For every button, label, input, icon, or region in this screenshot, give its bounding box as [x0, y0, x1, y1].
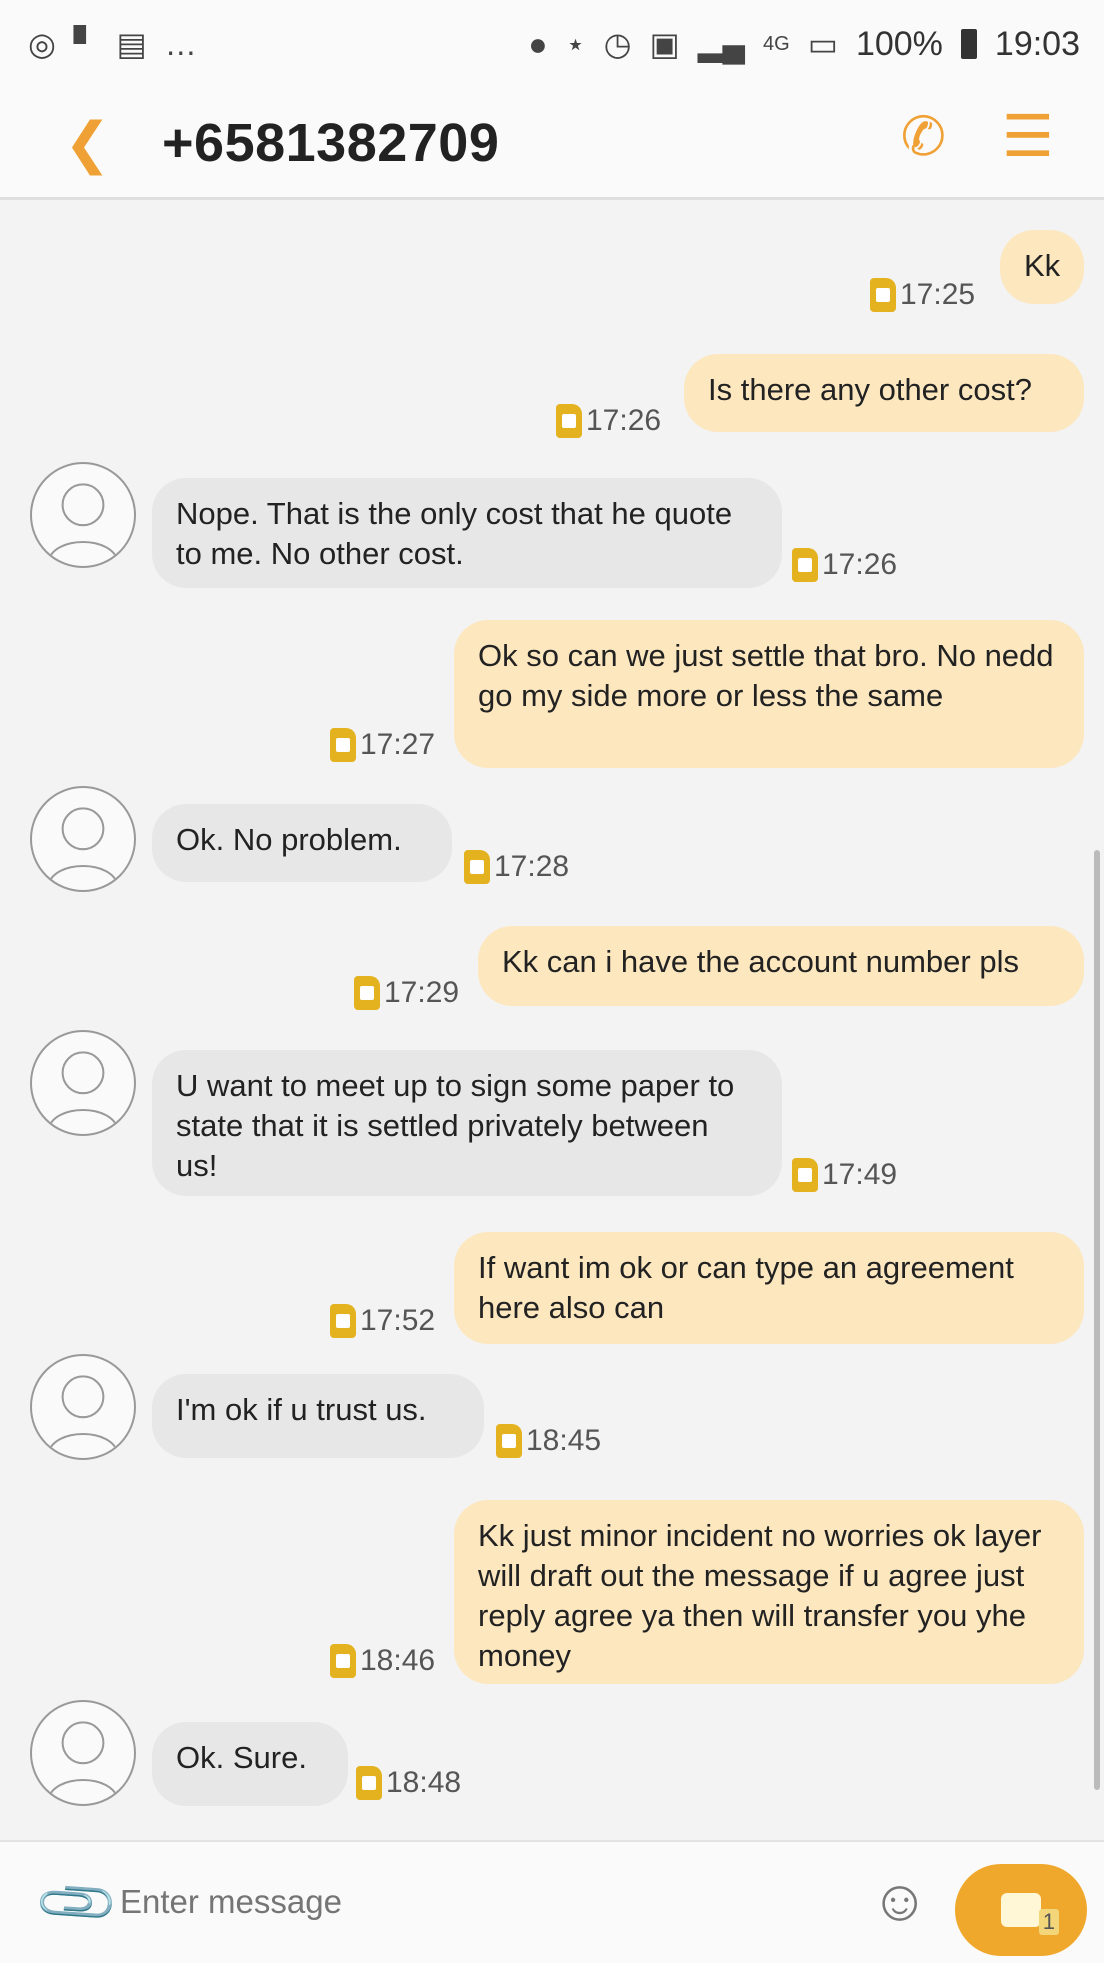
- time-label: 17:26: [586, 404, 662, 437]
- message-text: Kk can i have the account number pls: [502, 944, 1019, 979]
- message-thread[interactable]: Kk 17:25 Is there any other cost? 17:26 …: [0, 200, 1104, 1840]
- emoji-icon[interactable]: ☺: [870, 1872, 929, 1930]
- alarm-icon: ◷: [603, 26, 632, 62]
- contact-avatar[interactable]: [30, 1030, 136, 1136]
- sim-slot-number: 1: [1038, 1909, 1059, 1935]
- message-text: Is there any other cost?: [708, 372, 1032, 407]
- message-time: 17:27: [330, 728, 435, 762]
- contact-title: +6581382709: [162, 112, 500, 173]
- time-label: 17:29: [384, 976, 460, 1009]
- message-bubble-received[interactable]: Ok. No problem.: [152, 804, 452, 882]
- message-bubble-sent[interactable]: Is there any other cost?: [684, 354, 1084, 432]
- message-input[interactable]: [120, 1872, 820, 1932]
- status-bar: ◎ ▘ ▤ … ● ⋆ ◷ ▣ ▂▄ 4G ▭ 100% 19:03: [0, 0, 1104, 88]
- status-left: ◎ ▘ ▤ …: [28, 25, 197, 63]
- message-time: 17:26: [556, 404, 661, 438]
- bluetooth-icon: ⋆: [565, 26, 586, 62]
- sim-icon: [496, 1424, 522, 1458]
- status-right: ● ⋆ ◷ ▣ ▂▄ 4G ▭ 100% 19:03: [528, 25, 1080, 64]
- signal-icon: ▂▄: [697, 26, 746, 62]
- gallery-icon: ▤: [116, 26, 147, 62]
- signal-icon-2: ▭: [807, 26, 838, 62]
- sim-icon: [792, 548, 818, 582]
- message-time: 17:29: [354, 976, 459, 1010]
- time-label: 17:28: [494, 850, 570, 883]
- paperclip-icon[interactable]: 📎: [32, 1857, 124, 1949]
- sim-icon: [870, 278, 896, 312]
- time-label: 17:49: [822, 1158, 898, 1191]
- message-bubble-sent[interactable]: Kk: [1000, 230, 1084, 304]
- phone-icon[interactable]: ✆: [901, 110, 946, 164]
- time-label: 18:45: [526, 1424, 602, 1457]
- message-composer: 📎 ☺ 1: [0, 1840, 1104, 1963]
- sim-icon: [330, 1644, 356, 1678]
- message-text: I'm ok if u trust us.: [176, 1392, 427, 1427]
- clock: 19:03: [994, 24, 1080, 63]
- time-label: 17:25: [900, 278, 976, 311]
- message-time: 17:28: [464, 850, 569, 884]
- sim-icon: [356, 1766, 382, 1800]
- message-text: Kk: [1024, 248, 1061, 283]
- message-text: Ok. Sure.: [176, 1740, 307, 1775]
- sim-icon: [330, 1304, 356, 1338]
- send-sim-icon: 1: [1001, 1893, 1059, 1935]
- contact-avatar[interactable]: [30, 786, 136, 892]
- flipboard-icon: ▘: [73, 26, 99, 62]
- 4g-icon: 4G: [763, 32, 790, 55]
- sim-icon: [556, 404, 582, 438]
- contact-avatar[interactable]: [30, 462, 136, 568]
- sim-icon: [330, 728, 356, 762]
- message-time: 17:25: [870, 278, 975, 312]
- sim-icon: [792, 1158, 818, 1192]
- battery-percent: 100%: [855, 24, 943, 63]
- menu-icon[interactable]: ☰: [1002, 108, 1054, 166]
- message-bubble-sent[interactable]: Ok so can we just settle that bro. No ne…: [454, 620, 1084, 768]
- message-time: 18:46: [330, 1644, 435, 1678]
- message-bubble-received[interactable]: Ok. Sure.: [152, 1722, 348, 1806]
- message-bubble-sent[interactable]: If want im ok or can type an agreement h…: [454, 1232, 1084, 1344]
- conversation-header: ❮ +6581382709 ✆ ☰: [0, 88, 1104, 200]
- nfc-icon: ▣: [649, 26, 680, 62]
- message-bubble-received[interactable]: I'm ok if u trust us.: [152, 1374, 484, 1458]
- contact-avatar[interactable]: [30, 1700, 136, 1806]
- message-bubble-received[interactable]: U want to meet up to sign some paper to …: [152, 1050, 782, 1196]
- message-time: 18:48: [356, 1766, 461, 1800]
- send-button[interactable]: 1: [955, 1864, 1087, 1956]
- message-text: Ok. No problem.: [176, 822, 402, 857]
- message-time: 17:52: [330, 1304, 435, 1338]
- location-icon: ●: [528, 25, 548, 62]
- time-label: 17:52: [360, 1304, 436, 1337]
- time-label: 17:26: [822, 548, 898, 581]
- message-time: 17:49: [792, 1158, 897, 1192]
- scrollbar[interactable]: [1094, 850, 1100, 1790]
- time-label: 18:46: [360, 1644, 436, 1677]
- back-button[interactable]: ❮: [64, 114, 134, 171]
- contact-avatar[interactable]: [30, 1354, 136, 1460]
- header-actions: ✆ ☰: [901, 108, 1054, 166]
- time-label: 17:27: [360, 728, 436, 761]
- sim-icon: [354, 976, 380, 1010]
- message-time: 17:26: [792, 548, 897, 582]
- sim-icon: [464, 850, 490, 884]
- more-icon: …: [164, 25, 197, 62]
- message-text: Kk just minor incident no worries ok lay…: [478, 1518, 1042, 1673]
- message-bubble-received[interactable]: Nope. That is the only cost that he quot…: [152, 478, 782, 588]
- message-time: 18:45: [496, 1424, 601, 1458]
- message-text: If want im ok or can type an agreement h…: [478, 1250, 1014, 1325]
- time-label: 18:48: [386, 1766, 462, 1799]
- battery-icon: [960, 29, 977, 59]
- message-text: Ok so can we just settle that bro. No ne…: [478, 638, 1054, 713]
- message-text: Nope. That is the only cost that he quot…: [176, 496, 733, 571]
- whatsapp-icon: ◎: [28, 26, 56, 62]
- message-text: U want to meet up to sign some paper to …: [176, 1068, 735, 1183]
- message-bubble-sent[interactable]: Kk can i have the account number pls: [478, 926, 1084, 1006]
- message-bubble-sent[interactable]: Kk just minor incident no worries ok lay…: [454, 1500, 1084, 1684]
